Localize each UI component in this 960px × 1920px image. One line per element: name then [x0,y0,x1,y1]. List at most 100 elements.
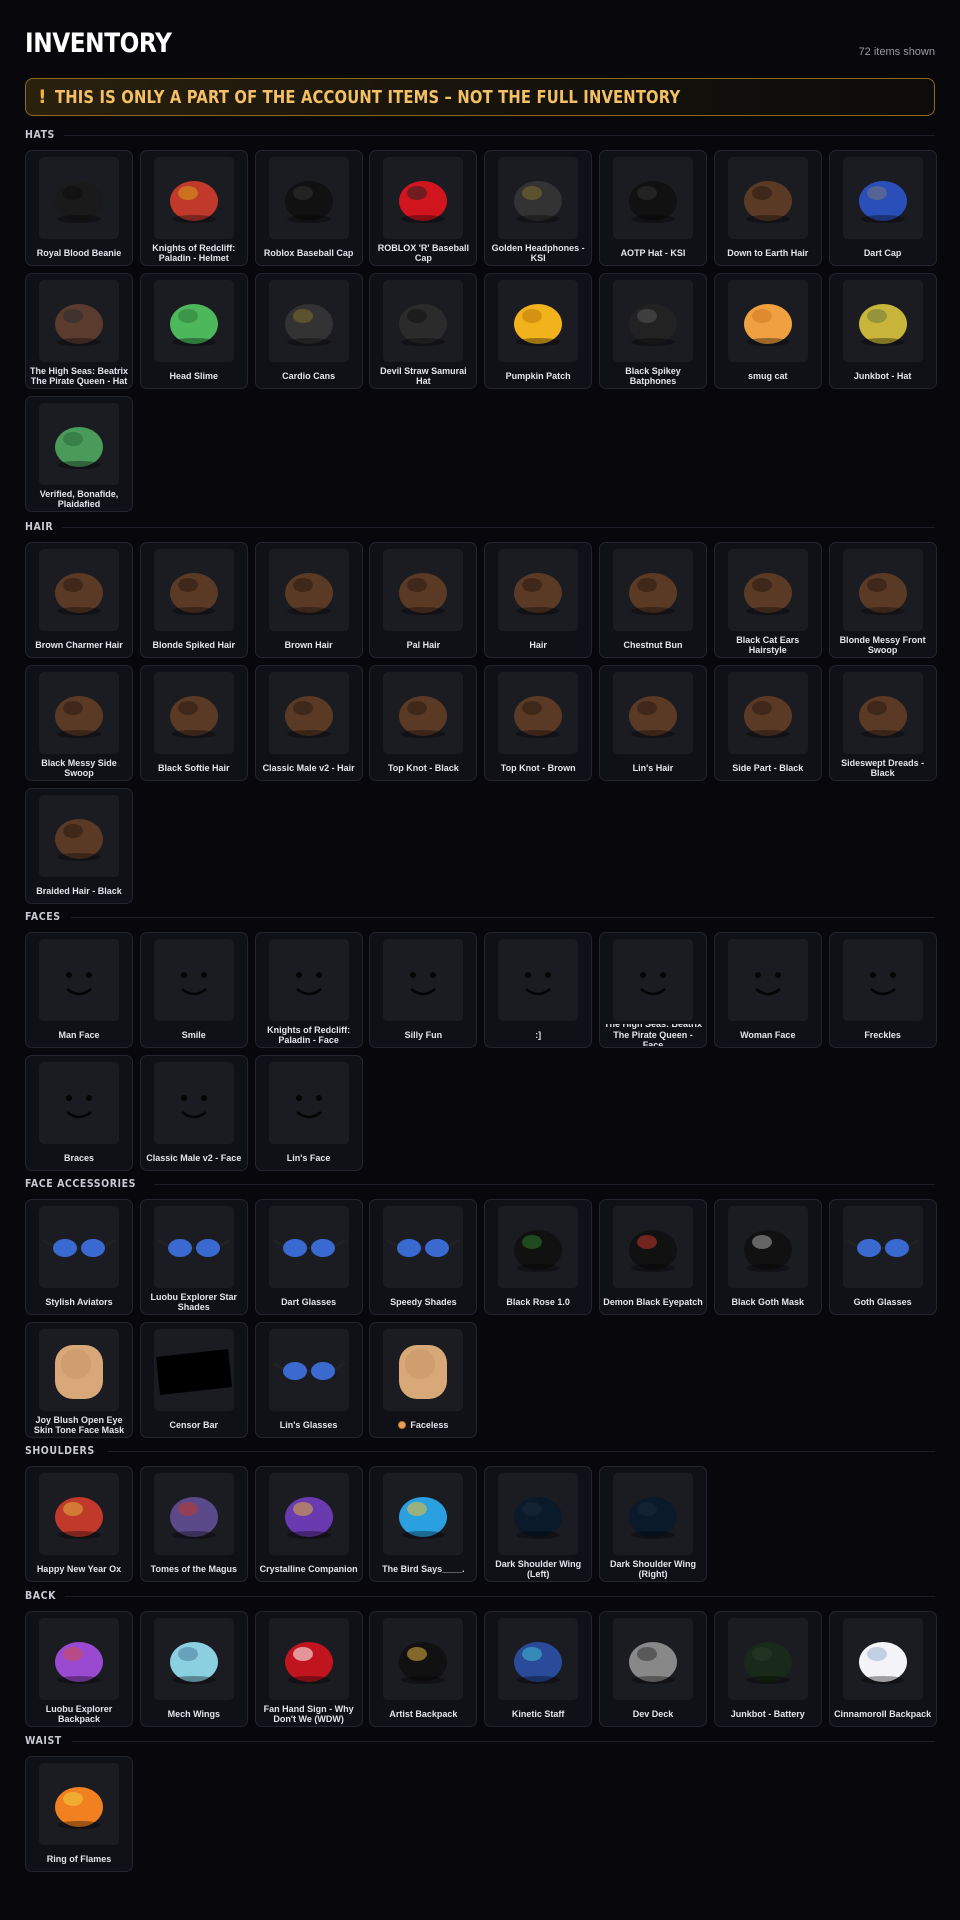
section-title: WAIST [25,1735,62,1747]
item-card[interactable]: Smile [139,932,248,1048]
item-name-text: Silly Fun [404,1029,443,1040]
item-card[interactable]: Top Knot - Brown [484,665,593,781]
item-card[interactable]: Lin's Glasses [254,1322,363,1438]
item-card[interactable]: Royal Blood Beanie [25,150,133,266]
item-card[interactable]: Silly Fun [369,932,478,1048]
item-card[interactable]: Stylish Aviators [25,1199,133,1315]
item-card[interactable]: Golden Headphones - KSI [484,150,593,266]
item-card[interactable]: Dark Shoulder Wing (Right) [598,1466,707,1582]
item-card[interactable]: Verified, Bonafide, Plaidafied [25,396,133,512]
item-card[interactable]: Luobu Explorer Star Shades [139,1199,248,1315]
item-name: AOTP Hat - KSI [603,242,703,264]
section-header: SHOULDERS [25,1444,935,1458]
item-name-text: Fan Hand Sign - Why Don't We (WDW) [263,1703,354,1725]
item-card[interactable]: Blonde Messy Front Swoop [828,542,937,658]
section-title: HATS [25,129,55,141]
item-card[interactable]: Lin's Hair [598,665,707,781]
item-card[interactable]: Junkbot - Hat [828,273,937,389]
item-card[interactable]: AOTP Hat - KSI [598,150,707,266]
item-card[interactable]: Roblox Baseball Cap [254,150,363,266]
item-card[interactable]: Black Rose 1.0 [484,1199,593,1315]
item-card[interactable]: Freckles [828,932,937,1048]
face-icon [612,939,693,1021]
item-name-text: Artist Backpack [389,1708,458,1719]
section-divider [62,526,935,528]
item-card[interactable]: Happy New Year Ox [25,1466,133,1582]
item-card[interactable]: Classic Male v2 - Face [139,1055,248,1171]
item-card[interactable]: The Bird Says____. [369,1466,478,1582]
item-card[interactable]: Knights of Redcliff: Paladin - Helmet [139,150,248,266]
item-card[interactable]: Crystalline Companion [254,1466,363,1582]
item-card[interactable]: Black Cat Ears Hairstyle [713,542,822,658]
item-name: Joy Blush Open Eye Skin Tone Face Mask [29,1414,129,1436]
item-card[interactable]: Cardio Cans [254,273,363,389]
item-card[interactable]: Lin's Face [254,1055,363,1171]
item-name: Faceless [373,1414,473,1436]
item-card[interactable]: Dev Deck [598,1611,707,1727]
item-card[interactable]: Down to Earth Hair [713,150,822,266]
item-card[interactable]: Brown Charmer Hair [25,542,133,658]
item-card[interactable]: Demon Black Eyepatch [598,1199,707,1315]
item-card[interactable]: Luobu Explorer Backpack [25,1611,133,1727]
item-name: Cardio Cans [259,365,359,387]
item-card[interactable]: Tomes of the Magus [139,1466,248,1582]
item-card[interactable]: Black Softie Hair [139,665,248,781]
item-card[interactable]: Mech Wings [139,1611,248,1727]
item-card[interactable]: Blonde Spiked Hair [139,542,248,658]
item-card[interactable]: Top Knot - Black [369,665,478,781]
item-name-text: Blonde Spiked Hair [152,639,236,650]
item-card[interactable]: Classic Male v2 - Hair [254,665,363,781]
item-card[interactable]: Pumpkin Patch [484,273,593,389]
item-card[interactable]: Man Face [25,932,133,1048]
item-card[interactable]: Dart Cap [828,150,937,266]
item-card[interactable]: Junkbot - Battery [713,1611,822,1727]
item-name: Dark Shoulder Wing (Right) [603,1558,703,1580]
item-card[interactable]: Woman Face [713,932,822,1048]
item-card[interactable]: Censor Bar [139,1322,248,1438]
item-name-text: Sideswept Dreads - Black [841,757,925,779]
item-card[interactable]: Pal Hair [369,542,478,658]
item-card[interactable]: Cinnamoroll Backpack [828,1611,937,1727]
item-card[interactable]: Ring of Flames [25,1756,133,1872]
item-name-text: Cardio Cans [282,370,336,381]
item-name-text: Happy New Year Ox [36,1563,122,1574]
item-card[interactable]: Side Part - Black [713,665,822,781]
item-card[interactable]: ROBLOX 'R' Baseball Cap [369,150,478,266]
head-mask-icon [383,1329,464,1411]
page-title: INVENTORY [25,28,172,59]
item-card[interactable]: Hair [484,542,593,658]
item-name-text: Braided Hair - Black [36,885,122,896]
item-card[interactable]: Knights of Redcliff: Paladin - Face [254,932,363,1048]
item-name-text: Blonde Messy Front Swoop [839,634,926,656]
item-card[interactable]: The High Seas: Beatrix The Pirate Queen … [25,273,133,389]
item-card[interactable]: smug cat [713,273,822,389]
mech-wings-icon [153,1618,234,1700]
item-card[interactable]: Joy Blush Open Eye Skin Tone Face Mask [25,1322,133,1438]
item-card[interactable]: Braces [25,1055,133,1171]
item-card[interactable]: Black Messy Side Swoop [25,665,133,781]
item-name: Pal Hair [373,634,473,656]
item-name: Smile [144,1024,244,1046]
item-card[interactable]: Black Goth Mask [713,1199,822,1315]
mask-icon [727,1206,808,1288]
item-card[interactable]: Devil Straw Samurai Hat [369,273,478,389]
item-card[interactable]: Braided Hair - Black [25,788,133,904]
item-card[interactable]: Faceless [369,1322,478,1438]
section-title: FACE ACCESSORIES [25,1178,136,1190]
item-card[interactable]: Artist Backpack [369,1611,478,1727]
item-card[interactable]: Black Spikey Batphones [598,273,707,389]
item-card[interactable]: Chestnut Bun [598,542,707,658]
item-card[interactable]: The High Seas: Beatrix The Pirate Queen … [598,932,707,1048]
balloon-backpack-icon [39,1618,119,1700]
item-card[interactable]: Dark Shoulder Wing (Left) [484,1466,593,1582]
item-card[interactable]: Fan Hand Sign - Why Don't We (WDW) [254,1611,363,1727]
item-card[interactable]: Dart Glasses [254,1199,363,1315]
item-card[interactable]: Head Slime [139,273,248,389]
item-card[interactable]: Kinetic Staff [484,1611,593,1727]
item-grid: Brown Charmer Hair Blonde Spiked Hair Brow… [25,542,937,904]
item-card[interactable]: :] [484,932,593,1048]
item-card[interactable]: Speedy Shades [369,1199,478,1315]
item-card[interactable]: Brown Hair [254,542,363,658]
item-card[interactable]: Sideswept Dreads - Black [828,665,937,781]
item-card[interactable]: Goth Glasses [828,1199,937,1315]
